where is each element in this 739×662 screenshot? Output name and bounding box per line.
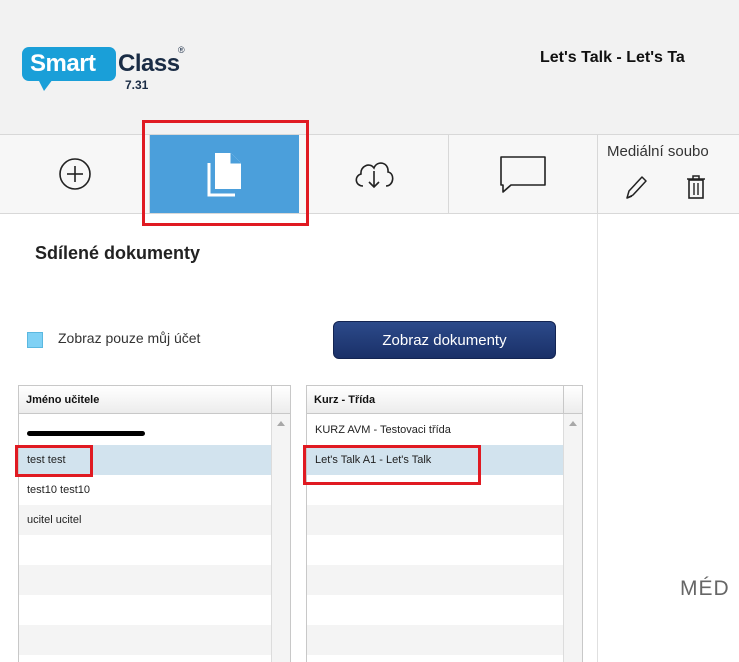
teacher-row[interactable] (19, 625, 271, 655)
section-title: Sdílené dokumenty (35, 243, 201, 263)
course-row[interactable] (307, 505, 563, 535)
plus-circle-icon (58, 158, 91, 190)
teacher-row[interactable] (19, 565, 271, 595)
header-scroll-corner (563, 386, 582, 414)
media-placeholder-text: MÉD (680, 577, 730, 600)
panel-divider (597, 214, 598, 662)
app-header: Smart Class ® 7.31 Let's Talk - Let's Ta (0, 0, 739, 134)
course-title: Let's Talk - Let's Ta (540, 49, 685, 66)
course-column-header[interactable]: Kurz - Třída (307, 386, 564, 414)
edit-button[interactable] (624, 173, 648, 203)
shared-documents-panel: Sdílené dokumenty Zobraz pouze můj účet … (0, 214, 597, 662)
tab-documents[interactable] (150, 135, 299, 213)
tab-cloud[interactable] (299, 135, 449, 213)
app-window: Smart Class ® 7.31 Let's Talk - Let's Ta (0, 0, 739, 662)
header-scroll-corner (271, 386, 290, 414)
teacher-row[interactable]: test10 test10 (19, 475, 271, 505)
teacher-row[interactable] (19, 415, 271, 445)
logo-smart-text: Smart (30, 50, 96, 77)
course-row[interactable] (307, 565, 563, 595)
cloud-download-icon (355, 162, 393, 189)
teacher-row[interactable] (19, 535, 271, 565)
chat-bubble-icon (500, 156, 546, 193)
media-files-label: Mediální soubo (607, 143, 709, 160)
scroll-up-arrow-icon[interactable] (569, 421, 577, 426)
main-toolbar (0, 134, 597, 214)
course-row[interactable]: KURZ AVM - Testovaci třída (307, 415, 563, 445)
trash-icon (687, 175, 705, 199)
course-rows: KURZ AVM - Testovaci třída Let's Talk A1… (307, 415, 563, 655)
course-row[interactable] (307, 595, 563, 625)
tab-messages[interactable] (449, 135, 597, 213)
course-list: Kurz - Třída KURZ AVM - Testovaci třída … (306, 385, 583, 662)
logo-registered-mark: ® (178, 45, 185, 55)
course-row[interactable] (307, 625, 563, 655)
show-documents-button[interactable]: Zobraz dokumenty (333, 321, 556, 359)
course-list-scrollbar[interactable] (563, 414, 582, 662)
course-row[interactable]: Let's Talk A1 - Let's Talk (307, 445, 563, 475)
teacher-row[interactable]: ucitel ucitel (19, 505, 271, 535)
documents-icon (207, 153, 241, 197)
app-version: 7.31 (125, 78, 149, 92)
teacher-row[interactable] (19, 595, 271, 625)
course-row[interactable] (307, 535, 563, 565)
tab-add[interactable] (0, 135, 150, 213)
redacted-name (27, 430, 145, 436)
teacher-list-scrollbar[interactable] (271, 414, 290, 662)
teacher-list: Jméno učitele test test test10 test10 uc… (18, 385, 291, 662)
only-my-account-label: Zobraz pouze můj účet (58, 330, 201, 346)
only-my-account-checkbox[interactable] (27, 332, 43, 348)
course-row[interactable] (307, 475, 563, 505)
delete-button[interactable] (684, 173, 708, 203)
media-files-panel: Mediální soubo (597, 134, 739, 214)
teacher-row[interactable]: test test (19, 445, 271, 475)
teacher-column-header[interactable]: Jméno učitele (19, 386, 272, 414)
scroll-up-arrow-icon[interactable] (277, 421, 285, 426)
smartclass-logo: Smart Class ® 7.31 (22, 45, 202, 101)
logo-class-text: Class (118, 50, 180, 77)
pencil-icon (626, 176, 647, 199)
teacher-rows: test test test10 test10 ucitel ucitel (19, 415, 271, 655)
